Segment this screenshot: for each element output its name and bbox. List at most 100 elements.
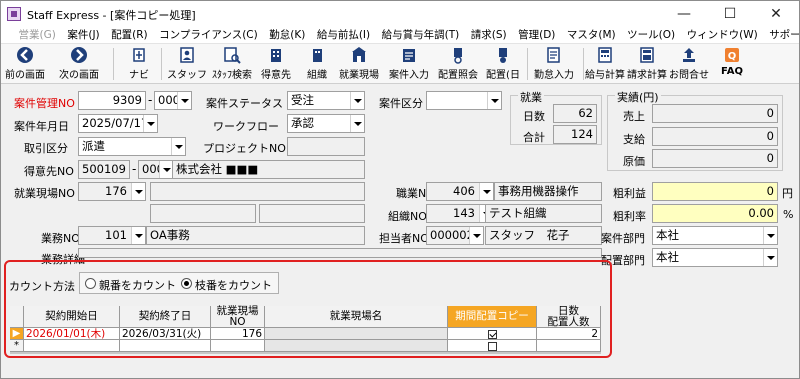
toolbar-customer[interactable]: 得意先 [257, 45, 295, 83]
toolbar-faq[interactable]: Q FAQ [713, 45, 751, 83]
customer-sub-select[interactable]: 000 [138, 160, 174, 179]
new-row-end-date[interactable] [120, 340, 211, 352]
toolbar-worksite[interactable]: 就業現場 [337, 45, 381, 83]
gross-profit-field: 0 [652, 182, 778, 201]
chevron-down-icon [479, 183, 493, 200]
trade-type-select[interactable]: 派遣 [78, 137, 186, 156]
project-no-label: プロジェクトNO [203, 142, 286, 155]
work-days-label: 日数 [523, 110, 545, 123]
job-type-select[interactable]: 406 [426, 182, 494, 201]
billing-calc-icon [640, 47, 654, 63]
cost-field: 0 [652, 149, 778, 168]
assign-dept-select[interactable]: 本社 [652, 248, 778, 267]
work-days-field: 62 [553, 104, 597, 123]
copy-period-grid: 契約開始日 契約終了日 就業現場 NO 就業現場名 期間配置コピー 日数 配置人… [10, 305, 601, 354]
toolbar-inquiry[interactable]: お問合せ [669, 45, 709, 83]
case-dept-select[interactable]: 本社 [652, 226, 778, 245]
toolbar-attendance-entry[interactable]: 勤怠入力 [531, 45, 577, 83]
business-no-select[interactable]: 101 [78, 226, 146, 245]
toolbar-assignment-daily[interactable]: 配置(日 [483, 45, 523, 83]
case-no-sub-select[interactable]: 000 [154, 91, 192, 110]
attendance-entry-icon [547, 47, 560, 63]
staff-icon [180, 47, 194, 63]
period-copy-checkbox[interactable] [487, 329, 497, 339]
new-row-start-date[interactable] [24, 340, 120, 352]
chevron-down-icon [763, 227, 777, 244]
case-no-field[interactable]: 9309 [78, 91, 146, 110]
work-total-label: 合計 [523, 131, 545, 144]
period-copy-checkbox[interactable] [487, 341, 497, 351]
menu-support[interactable]: サポート(H) [765, 27, 799, 44]
table-row-people[interactable]: 2 [537, 328, 601, 340]
case-date-picker[interactable]: 2025/07/17 [78, 114, 158, 133]
menu-tools[interactable]: ツール(O) [623, 27, 679, 44]
faq-icon: Q [725, 48, 739, 62]
toolbar-assignment-inquiry[interactable]: 配置照会 [435, 45, 481, 83]
toolbar: 前の画面 次の画面 ナビ スタッフ ｽﾀｯﾌ検索 得意先 組織 就業現場 案件入… [1, 44, 799, 84]
row-selector-icon[interactable]: ▶ [10, 328, 24, 340]
organization-icon [313, 49, 322, 62]
menu-case[interactable]: 案件(J) [63, 27, 103, 44]
toolbar-navi[interactable]: ナビ [123, 45, 155, 83]
org-no-select[interactable]: 143 [426, 204, 494, 223]
menu-compliance[interactable]: コンプライアンス(C) [155, 27, 262, 44]
toolbar-billing-calc[interactable]: 請求計算 [627, 45, 667, 83]
menu-sales[interactable]: 営業(G) [15, 27, 60, 44]
count-branch-label[interactable]: 枝番をカウント [195, 277, 272, 293]
table-row-end-date[interactable]: 2026/03/31(火) [120, 328, 211, 340]
toolbar-project-entry[interactable]: 案件入力 [387, 45, 431, 83]
new-row-period-copy[interactable] [448, 340, 537, 352]
worksite-icon [352, 47, 366, 62]
payment-label: 支給 [623, 133, 645, 146]
new-row-people[interactable] [537, 340, 601, 352]
new-row-site-no[interactable] [211, 340, 265, 352]
grid-header-people[interactable]: 日数 配置人数 [537, 305, 601, 328]
toolbar-next-screen[interactable]: 次の画面 [55, 45, 103, 83]
menu-management[interactable]: 管理(D) [514, 27, 559, 44]
case-category-select[interactable] [426, 91, 502, 110]
toolbar-payroll-calc[interactable]: 給与計算 [585, 45, 625, 83]
chevron-down-icon [131, 227, 145, 244]
new-row-icon[interactable]: * [10, 340, 24, 352]
menu-master[interactable]: マスタ(M) [563, 27, 620, 44]
toolbar-staff[interactable]: スタッフ [167, 45, 207, 83]
maximize-button[interactable]: ☐ [707, 1, 753, 27]
manager-name-field: スタッフ 花子 [485, 226, 602, 245]
menu-assignment[interactable]: 配置(R) [107, 27, 152, 44]
menu-salary-bonus[interactable]: 給与賞与年調(T) [378, 27, 464, 44]
toolbar-organization[interactable]: 組織 [301, 45, 333, 83]
grid-header-site-name[interactable]: 就業現場名 [265, 306, 448, 328]
menu-salary-advance[interactable]: 給与前払(I) [313, 27, 374, 44]
toolbar-staff-search[interactable]: ｽﾀｯﾌ検索 [209, 45, 255, 83]
workflow-select[interactable]: 承認 [287, 114, 365, 133]
minimize-button[interactable]: — [661, 1, 707, 27]
assignment-inquiry-icon [454, 48, 462, 64]
table-row-start-date[interactable]: 2026/01/01(木) [24, 328, 120, 340]
count-branch-radio[interactable] [181, 278, 192, 289]
manager-no-select[interactable]: 000002 [426, 226, 484, 245]
case-status-select[interactable]: 受注 [287, 91, 365, 110]
menu-billing[interactable]: 請求(S) [467, 27, 511, 44]
count-parent-radio[interactable] [85, 278, 96, 289]
menu-attendance[interactable]: 勤怠(K) [265, 27, 309, 44]
menu-window[interactable]: ウィンドウ(W) [683, 27, 762, 44]
table-row-period-copy[interactable] [448, 328, 537, 340]
project-no-field[interactable] [287, 137, 365, 156]
close-button[interactable]: ✕ [753, 1, 799, 27]
grid-header-end-date[interactable]: 契約終了日 [120, 306, 211, 328]
chevron-down-icon [131, 183, 145, 200]
case-status-label: 案件ステータス [206, 97, 283, 110]
window-title: Staff Express - [案件コピー処理] [27, 9, 196, 22]
grid-header-period-copy[interactable]: 期間配置コピー [448, 306, 537, 328]
grid-header-site-no[interactable]: 就業現場 NO [211, 305, 265, 328]
worksite-no-label: 就業現場NO [14, 187, 75, 200]
toolbar-prev-screen[interactable]: 前の画面 [3, 45, 47, 83]
customer-no-field[interactable]: 500109 [78, 160, 130, 179]
business-detail-field[interactable] [78, 248, 602, 258]
worksite-no-select[interactable]: 176 [78, 182, 146, 201]
count-method-label: カウント方法 [9, 280, 75, 293]
table-row-site-no[interactable]: 176 [211, 328, 265, 340]
grid-header-start-date[interactable]: 契約開始日 [24, 306, 120, 328]
count-parent-label[interactable]: 親番をカウント [99, 277, 176, 293]
assignment-daily-icon [499, 48, 507, 63]
